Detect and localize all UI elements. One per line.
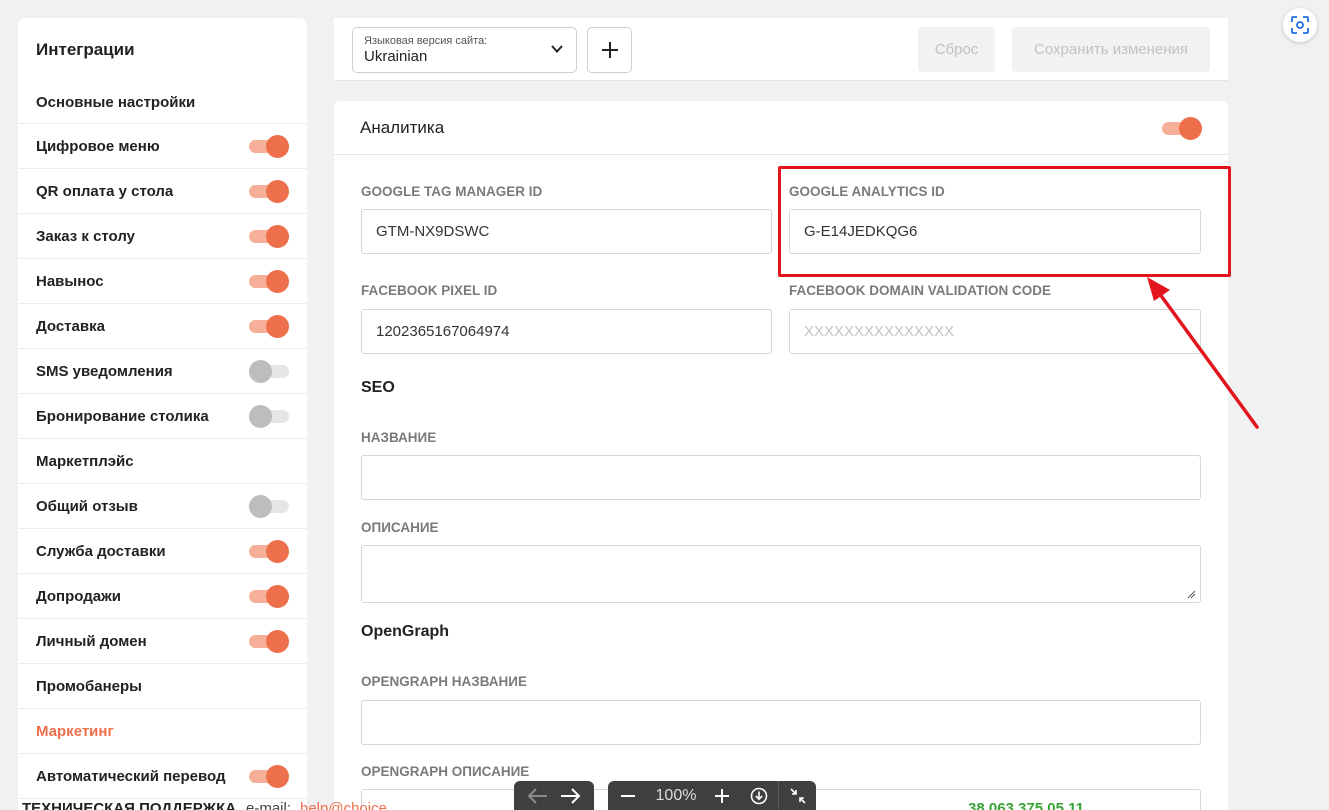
- sidebar-item[interactable]: Автоматический перевод: [18, 754, 307, 799]
- zoom-out-button[interactable]: [608, 781, 648, 810]
- sidebar-item-label: Маркетинг: [36, 722, 114, 740]
- opengraph-title: OpenGraph: [361, 623, 450, 640]
- og-name-input[interactable]: [361, 700, 1201, 745]
- save-changes-button[interactable]: Сохранить изменения: [1012, 27, 1210, 72]
- sidebar-item-toggle[interactable]: [249, 585, 289, 608]
- footer-support: ТЕХНИЧЕСКАЯ ПОДДЕРЖКА: [22, 800, 237, 810]
- plus-icon: [601, 42, 618, 58]
- collapse-button[interactable]: [779, 781, 816, 810]
- sidebar-item-toggle[interactable]: [249, 495, 289, 518]
- analytics-toggle[interactable]: [1162, 116, 1202, 140]
- sidebar-item-toggle[interactable]: [249, 540, 289, 563]
- chevron-down-icon: [551, 45, 563, 53]
- sidebar-item-label: Общий отзыв: [36, 497, 138, 515]
- seo-title: SEO: [361, 379, 395, 396]
- sidebar-item-toggle[interactable]: [249, 135, 289, 158]
- gtm-label: GOOGLE TAG MANAGER ID: [361, 184, 543, 199]
- seo-name-label: НАЗВАНИЕ: [361, 430, 437, 445]
- footer-email[interactable]: help@choice: [300, 800, 387, 810]
- download-icon: [750, 787, 768, 804]
- sidebar-item[interactable]: Общий отзыв: [18, 484, 307, 529]
- sidebar-item[interactable]: Цифровое меню: [18, 124, 307, 169]
- sidebar-item-label: Доставка: [36, 317, 105, 335]
- sidebar: Интеграции Основные настройки Цифровое ме…: [18, 18, 307, 810]
- viewer-zoom-controls: 100%: [608, 781, 816, 810]
- fb-pixel-input[interactable]: 1202365167064974: [361, 309, 772, 354]
- og-name-label: OPENGRAPH НАЗВАНИЕ: [361, 674, 528, 689]
- reset-button[interactable]: Сброс: [918, 27, 995, 72]
- sidebar-item[interactable]: Допродажи: [18, 574, 307, 619]
- annotation-arrow: [1147, 277, 1259, 429]
- seo-name-input[interactable]: [361, 455, 1201, 500]
- seo-description-label: ОПИСАНИЕ: [361, 520, 439, 535]
- sidebar-item-toggle[interactable]: [249, 315, 289, 338]
- plus-icon: [715, 788, 729, 803]
- og-description-label: OPENGRAPH ОПИСАНИЕ: [361, 764, 530, 779]
- download-button[interactable]: [740, 781, 778, 810]
- arrow-left-icon[interactable]: [527, 787, 549, 804]
- sidebar-item[interactable]: Основные настройки: [18, 82, 307, 124]
- collapse-icon: [789, 787, 806, 804]
- footer-email-prefix: e-mail:: [246, 800, 292, 810]
- sidebar-item[interactable]: Доставка: [18, 304, 307, 349]
- sidebar-item[interactable]: QR оплата у стола: [18, 169, 307, 214]
- sidebar-item-label: Допродажи: [36, 587, 121, 605]
- arrow-right-icon[interactable]: [559, 787, 581, 804]
- fb-pixel-label: FACEBOOK PIXEL ID: [361, 283, 498, 298]
- sidebar-title: Интеграции: [36, 40, 135, 59]
- sidebar-item-label: Промобанеры: [36, 677, 142, 695]
- zoom-in-button[interactable]: [704, 781, 740, 810]
- resize-grip-icon[interactable]: [1186, 589, 1196, 599]
- highlight-box: [778, 166, 1231, 277]
- analytics-header: Аналитика: [334, 101, 1228, 155]
- scan-button[interactable]: [1283, 8, 1317, 42]
- sidebar-item-label: Цифровое меню: [36, 137, 160, 155]
- sidebar-item-label: Заказ к столу: [36, 227, 136, 245]
- minus-icon: [621, 794, 635, 797]
- language-select-caption: Языковая версия сайта:: [364, 35, 488, 47]
- viewer-navigation: [514, 781, 594, 810]
- sidebar-item-toggle[interactable]: [249, 765, 289, 788]
- sidebar-item-label: QR оплата у стола: [36, 182, 174, 200]
- footer-phone[interactable]: 38 063 375 05 11: [968, 800, 1084, 810]
- sidebar-item-label: Служба доставки: [36, 542, 166, 560]
- toolbar: Языковая версия сайта: Ukrainian Сброс С…: [334, 18, 1228, 81]
- gtm-id-input[interactable]: GTM-NX9DSWC: [361, 209, 772, 254]
- sidebar-item[interactable]: Заказ к столу: [18, 214, 307, 259]
- sidebar-item-label: Личный домен: [36, 632, 147, 650]
- sidebar-item[interactable]: SMS уведомления: [18, 349, 307, 394]
- sidebar-item[interactable]: Маркетинг: [18, 709, 307, 754]
- sidebar-item-label: Основные настройки: [36, 94, 196, 111]
- sidebar-item-label: Автоматический перевод: [36, 767, 226, 785]
- zoom-level: 100%: [655, 786, 697, 804]
- sidebar-item[interactable]: Промобанеры: [18, 664, 307, 709]
- sidebar-item-label: Бронирование столика: [36, 407, 209, 425]
- scan-icon: [1291, 16, 1309, 34]
- sidebar-item-toggle[interactable]: [249, 270, 289, 293]
- sidebar-item-label: Маркетплэйс: [36, 452, 134, 470]
- language-select-value: Ukrainian: [364, 48, 428, 65]
- sidebar-item-toggle[interactable]: [249, 630, 289, 653]
- add-language-button[interactable]: [587, 27, 632, 73]
- sidebar-item-label: Навынос: [36, 272, 104, 290]
- sidebar-item-toggle[interactable]: [249, 225, 289, 248]
- sidebar-item-label: SMS уведомления: [36, 362, 173, 380]
- analytics-title: Аналитика: [360, 117, 445, 137]
- sidebar-item[interactable]: Служба доставки: [18, 529, 307, 574]
- sidebar-item-toggle[interactable]: [249, 180, 289, 203]
- sidebar-item[interactable]: Навынос: [18, 259, 307, 304]
- sidebar-item[interactable]: Личный домен: [18, 619, 307, 664]
- sidebar-item[interactable]: Маркетплэйс: [18, 439, 307, 484]
- sidebar-item-toggle[interactable]: [249, 405, 289, 428]
- sidebar-item[interactable]: Бронирование столика: [18, 394, 307, 439]
- language-select[interactable]: Языковая версия сайта: Ukrainian: [352, 27, 577, 73]
- fb-domain-label: FACEBOOK DOMAIN VALIDATION CODE: [789, 283, 1051, 298]
- sidebar-item-toggle[interactable]: [249, 360, 289, 383]
- seo-description-textarea[interactable]: [361, 545, 1201, 603]
